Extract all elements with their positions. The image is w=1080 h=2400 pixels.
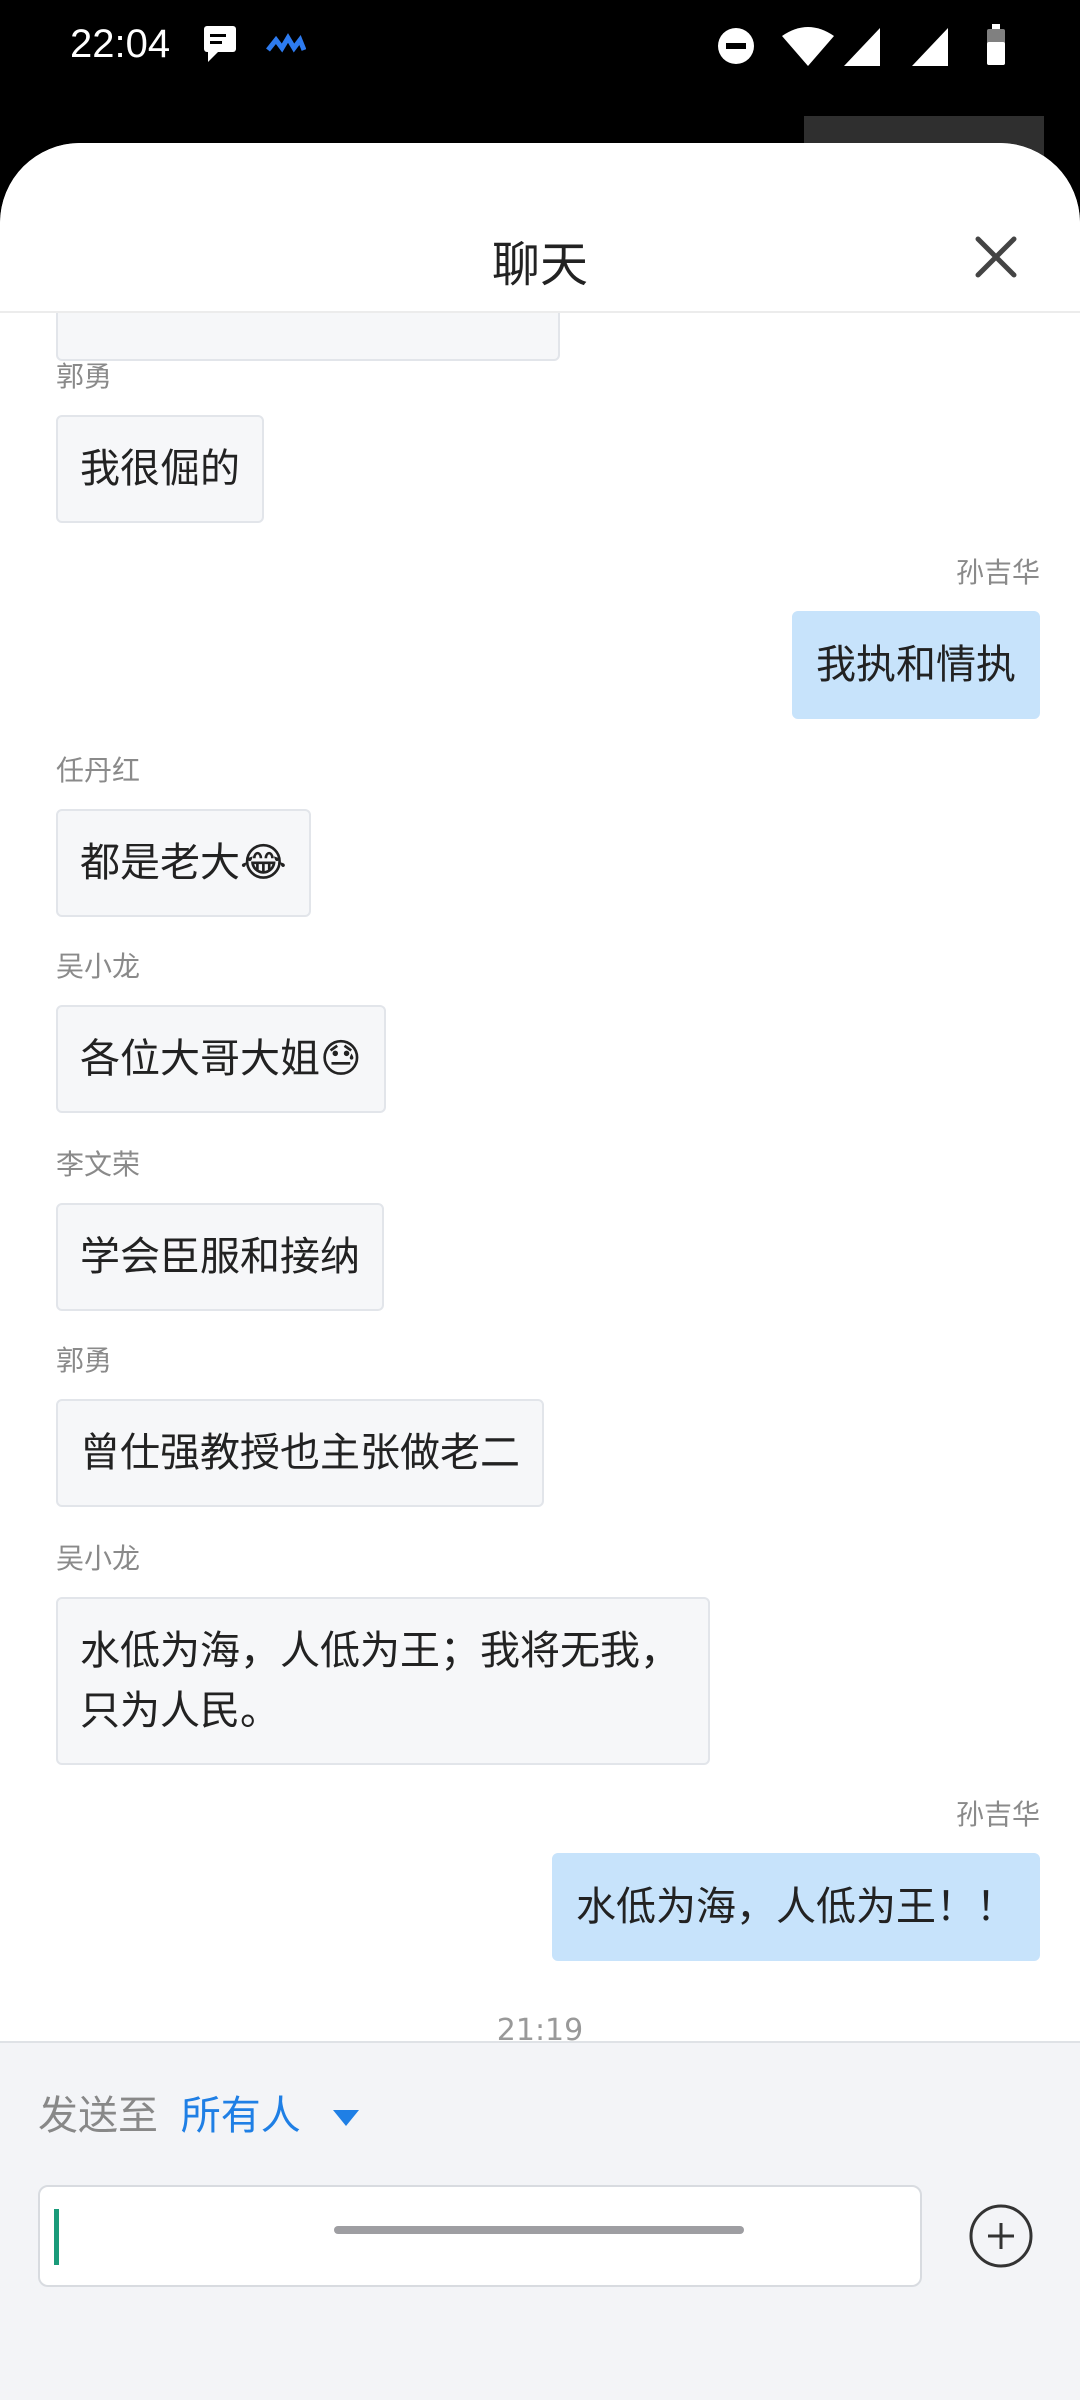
sender-name: 郭勇 [56, 1344, 113, 1377]
list-item: 郭勇 我很倔的 [56, 355, 264, 523]
wifi-icon [780, 24, 836, 74]
close-button[interactable] [972, 233, 1020, 281]
message-bubble[interactable]: 水低为海，人低为王；我将无我，只为人民。 [56, 1597, 710, 1765]
text-cursor [54, 2209, 59, 2265]
sender-name: 吴小龙 [56, 1542, 141, 1575]
message-bubble[interactable]: 曾仕强教授也主张做老二 [56, 1399, 544, 1507]
signal-icon [840, 24, 884, 72]
message-bubble [56, 313, 560, 361]
status-bar: 22:04 [0, 0, 1080, 96]
compose-area: 发送至 所有人 [0, 2041, 1080, 2400]
sender-name: 任丹红 [56, 754, 141, 787]
cloud-icon [266, 30, 307, 64]
send-to-target[interactable]: 所有人 [181, 2093, 301, 2139]
sender-name: 李文荣 [56, 1148, 141, 1181]
chat-sheet: 聊天 郭勇 我很倔的 孙吉华 我执和情执 任丹红 都是老大😂 吴小龙 各位大哥大… [0, 143, 1080, 2400]
close-icon [975, 236, 1017, 278]
signal-icon [908, 24, 952, 72]
message-icon [200, 22, 244, 70]
message-bubble[interactable]: 我执和情执 [792, 611, 1040, 719]
message-bubble[interactable]: 水低为海，人低为王！！ [552, 1853, 1040, 1961]
chat-header: 聊天 [0, 143, 1080, 313]
sender-name: 孙吉华 [955, 556, 1040, 589]
message-bubble[interactable]: 各位大哥大姐😓 [56, 1005, 386, 1113]
add-button[interactable] [968, 2203, 1034, 2269]
message-bubble[interactable]: 学会臣服和接纳 [56, 1203, 384, 1311]
do-not-disturb-icon [716, 26, 756, 70]
message-input[interactable] [38, 2185, 922, 2287]
list-item: 任丹红 都是老大😂 [56, 749, 311, 917]
list-item: 郭勇 曾仕强教授也主张做老二 [56, 1339, 544, 1507]
send-to-label: 发送至 [38, 2093, 158, 2139]
send-to-selector[interactable]: 发送至 所有人 [38, 2083, 360, 2141]
list-item: 吴小龙 各位大哥大姐😓 [56, 945, 386, 1113]
battery-icon [984, 22, 1008, 72]
list-item: 吴小龙 水低为海，人低为王；我将无我，只为人民。 [56, 1537, 710, 1765]
list-item: 孙吉华 水低为海，人低为王！！ [552, 1793, 1040, 1961]
sender-name: 吴小龙 [56, 950, 141, 983]
timestamp: 21:19 [496, 2013, 584, 2041]
message-list[interactable]: 郭勇 我很倔的 孙吉华 我执和情执 任丹红 都是老大😂 吴小龙 各位大哥大姐😓 … [0, 313, 1080, 2041]
home-indicator[interactable] [334, 2226, 744, 2234]
sender-name: 郭勇 [56, 360, 113, 393]
plus-circle-icon [969, 2204, 1033, 2268]
page-title: 聊天 [491, 237, 588, 293]
list-item: 孙吉华 我执和情执 [792, 551, 1040, 719]
dropdown-arrow-icon[interactable] [333, 2110, 360, 2126]
status-time: 22:04 [70, 22, 171, 66]
message-bubble[interactable]: 都是老大😂 [56, 809, 311, 917]
list-item: 李文荣 学会臣服和接纳 [56, 1143, 384, 1311]
message-bubble[interactable]: 我很倔的 [56, 415, 264, 523]
sender-name: 孙吉华 [955, 1798, 1040, 1831]
